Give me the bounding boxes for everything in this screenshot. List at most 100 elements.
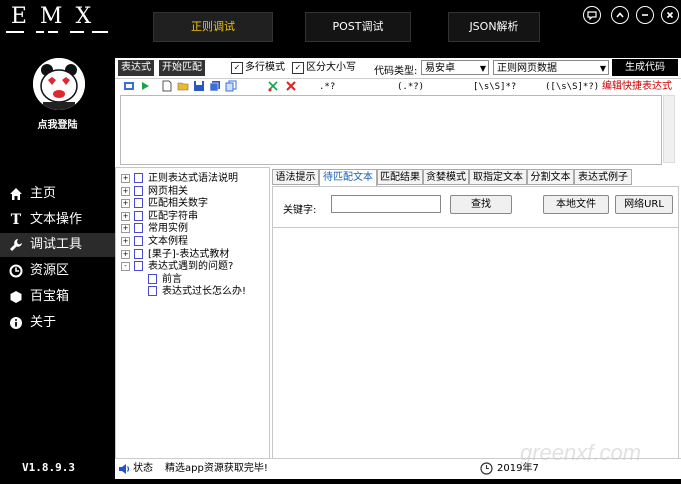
login-link[interactable]: 点我登陆 [0,116,115,131]
tab-json-parse[interactable]: JSON解析 [448,12,540,42]
document-icon [134,223,143,234]
document-icon [134,198,143,209]
tab-syntax-hint[interactable]: 语法提示 [272,169,319,185]
snippet-lazy-group[interactable]: (.*?) [397,80,424,94]
play-icon[interactable] [139,80,151,92]
snippet-lazy-any[interactable]: .*? [319,80,335,94]
status-label: 状态 [133,463,153,474]
nav-label: 调试工具 [30,237,83,252]
maximize-icon[interactable] [611,6,629,24]
logo-dash [70,31,84,33]
nav-label: 关于 [30,315,57,330]
tab-extract-text[interactable]: 取指定文本 [469,169,527,185]
tab-split-text[interactable]: 分割文本 [527,169,574,185]
nav-item-text-ops[interactable]: T 文本操作 [0,208,115,232]
document-icon [134,210,143,221]
local-file-button[interactable]: 本地文件 [543,195,609,214]
new-file-icon[interactable] [161,80,173,92]
tree-item-label: 表达式遇到的问题? [148,261,234,273]
expand-icon[interactable]: + [121,199,130,209]
code-type-value: 易安卓 [425,63,455,74]
match-text-panel: 关键字: 查找 本地文件 网络URL [272,186,679,463]
text-icon: T [10,212,22,228]
avatar[interactable] [33,58,85,110]
tab-post-debug[interactable]: POST调试 [305,12,411,42]
watermark: greenxf.com [520,440,642,465]
nav-item-about[interactable]: 关于 [0,311,115,335]
minimize-icon[interactable] [636,6,654,24]
tab-text-to-match[interactable]: 待匹配文本 [319,169,377,187]
logo-dash [6,31,24,33]
expand-icon[interactable]: + [121,211,130,221]
document-icon [148,286,157,297]
nav-item-home[interactable]: 主页 [0,182,115,206]
expand-icon[interactable]: + [121,237,130,246]
logo-dash [92,31,108,33]
settings-icon[interactable] [123,80,135,92]
open-folder-icon[interactable] [177,80,189,92]
clock-icon [480,462,493,483]
document-icon [134,185,143,196]
web-url-button[interactable]: 网络URL [615,195,673,214]
tab-expression-examples[interactable]: 表达式例子 [574,169,632,185]
nav-label: 文本操作 [30,212,83,227]
multiline-label: 多行模式 [245,62,285,73]
code-type-select[interactable]: 易安卓 ▼ [421,60,489,75]
scrollbar[interactable] [663,95,675,163]
chevron-down-icon: ▼ [599,64,606,73]
checkbox-checked-icon: ✓ [231,62,243,74]
hexagon-icon [8,285,24,309]
document-icon [134,248,143,259]
logo-dash [48,31,58,33]
case-sensitive-label: 区分大小写 [306,62,356,73]
snippet-lazy-all-group[interactable]: ([\s\S]*?) [545,80,599,94]
save-all-icon[interactable] [209,80,221,92]
tree-item-label: 匹配相关数字 [148,198,208,210]
expand-icon[interactable]: + [121,224,130,234]
chevron-down-icon: ▼ [479,64,486,73]
keyword-input[interactable] [331,195,441,213]
chat-icon[interactable] [583,6,601,24]
keyword-label: 关键字: [283,205,317,216]
cut-icon[interactable] [267,80,279,92]
collapse-icon[interactable]: - [121,262,130,272]
start-match-button[interactable]: 开始匹配 [159,60,205,76]
checkbox-checked-icon: ✓ [292,62,304,74]
code-type-label: 代码类型: [374,66,418,77]
nav-item-debug-tools[interactable]: 调试工具 [0,233,115,257]
version-label: V1.8.9.3 [22,461,75,474]
sidebar: EMX 点我登陆 主页 T 文本操作 调试工具 资源区 百宝箱 关于 V1.8.… [0,0,115,482]
close-icon[interactable] [661,6,679,24]
expression-mode-button[interactable]: 表达式 [118,60,154,76]
document-icon [134,236,143,246]
logo-dash [36,31,44,33]
regex-input-area[interactable] [120,95,662,165]
case-sensitive-checkbox[interactable]: ✓ 区分大小写 [292,61,356,75]
status-message: 精选app资源获取完毕! [165,463,268,474]
edit-snippets-link[interactable]: 编辑快捷表达式 [602,80,672,94]
expand-icon[interactable]: + [121,186,130,196]
nav-item-resources[interactable]: 资源区 [0,259,115,283]
tree-item-label: 匹配字符串 [148,210,198,222]
tree-item-label: 网页相关 [148,185,188,197]
tab-match-result[interactable]: 匹配结果 [377,169,423,185]
tab-greedy-mode[interactable]: 贪婪模式 [423,169,469,185]
delete-icon[interactable] [285,80,297,92]
expand-icon[interactable]: + [121,249,130,259]
tab-regex-debug[interactable]: 正则调试 [153,12,273,42]
tree-item-label: [果子]-表达式教材 [148,248,230,260]
find-button[interactable]: 查找 [450,195,512,214]
quick-toolbar: .*? (.*?) [\s\S]*? ([\s\S]*?) 编辑快捷表达式 [115,79,681,95]
expand-icon[interactable]: + [121,174,130,183]
snippet-lazy-all[interactable]: [\s\S]*? [473,80,516,94]
web-source-select[interactable]: 正则网页数据 ▼ [493,60,609,75]
right-tab-bar: 语法提示 待匹配文本 匹配结果 贪婪模式 取指定文本 分割文本 表达式例子 [272,169,679,187]
multiline-checkbox[interactable]: ✓ 多行模式 [231,61,285,75]
options-toolbar: 表达式 开始匹配 ✓ 多行模式 ✓ 区分大小写 代码类型: 易安卓 ▼ 正则网页… [115,58,681,79]
save-icon[interactable] [193,80,205,92]
nav-item-toolbox[interactable]: 百宝箱 [0,285,115,309]
web-source-value: 正则网页数据 [497,63,557,74]
clock-icon [8,259,24,283]
generate-code-button[interactable]: 生成代码 [612,59,678,76]
copy-icon[interactable] [225,80,237,92]
